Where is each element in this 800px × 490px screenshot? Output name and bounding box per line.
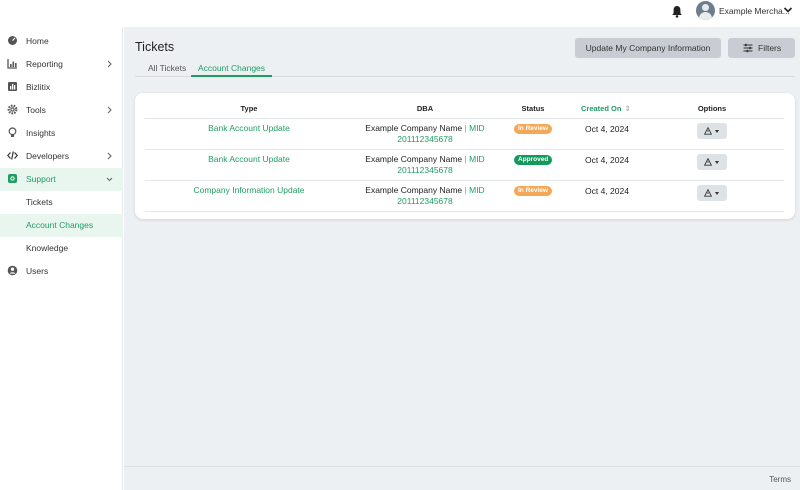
sidebar-item-label: Reporting (26, 59, 63, 69)
warning-icon (704, 189, 712, 197)
chevron-down-icon (106, 177, 113, 182)
code-icon (7, 151, 18, 160)
sidebar: Home Reporting Bizlitix Tools Insights D… (0, 27, 123, 490)
caret-down-icon (715, 130, 719, 133)
ticket-type-link[interactable]: Bank Account Update (171, 154, 327, 164)
sidebar-item-label: Tools (26, 105, 46, 115)
bizlitix-icon (8, 82, 17, 91)
company-name: Example Company Name (365, 154, 463, 164)
avatar[interactable] (696, 1, 715, 20)
status-badge: In Review (514, 186, 552, 196)
sidebar-item-support[interactable]: Support (0, 168, 123, 191)
tab-all-tickets[interactable]: All Tickets (148, 63, 186, 73)
chevron-right-icon (107, 60, 112, 68)
footer: Terms (124, 466, 800, 490)
warning-icon (704, 158, 712, 166)
options-dropdown-button[interactable] (697, 154, 727, 170)
mid-link[interactable]: MID (469, 123, 485, 133)
mid-link[interactable]: MID (469, 154, 485, 164)
main-content: Tickets Update My Company Information Fi… (124, 27, 800, 466)
user-name[interactable]: Example Mercha... (719, 6, 790, 16)
column-header-dba[interactable]: DBA (395, 104, 455, 113)
chevron-right-icon (107, 152, 112, 160)
separator: | (464, 185, 467, 195)
row-divider (145, 149, 784, 150)
dba-cell: Example Company Name | MID 201112345678 (355, 185, 495, 207)
company-name: Example Company Name (365, 123, 463, 133)
sidebar-item-knowledge[interactable]: Knowledge (0, 237, 123, 260)
user-icon (7, 265, 18, 276)
mid-number-link[interactable]: 201112345678 (397, 134, 452, 144)
created-date: Oct 4, 2024 (585, 155, 629, 165)
status-badge: Approved (514, 155, 553, 165)
tab-bar: All Tickets Account Changes (135, 60, 795, 77)
created-on-label: Created On (581, 104, 622, 113)
warning-icon (704, 127, 712, 135)
column-header-created-on[interactable]: Created On ⇕ (581, 104, 633, 113)
chevron-down-icon[interactable] (783, 6, 793, 14)
tab-account-changes[interactable]: Account Changes (191, 60, 272, 77)
row-divider (145, 180, 784, 181)
dba-cell: Example Company Name | MID 201112345678 (355, 123, 495, 145)
filters-label: Filters (758, 43, 782, 53)
options-dropdown-button[interactable] (697, 123, 727, 139)
dba-cell: Example Company Name | MID 201112345678 (355, 154, 495, 176)
row-divider (145, 211, 784, 212)
bell-icon[interactable] (671, 5, 683, 18)
mid-number-link[interactable]: 201112345678 (397, 196, 452, 206)
sidebar-item-reporting[interactable]: Reporting (0, 53, 123, 76)
sidebar-item-insights[interactable]: Insights (0, 122, 123, 145)
terms-link[interactable]: Terms (769, 475, 791, 484)
sidebar-item-label: Developers (26, 151, 69, 161)
column-header-status[interactable]: Status (503, 104, 563, 113)
sidebar-item-tickets[interactable]: Tickets (0, 191, 123, 214)
sidebar-item-developers[interactable]: Developers (0, 145, 123, 168)
top-bar: Example Mercha... (0, 0, 800, 27)
ticket-type-link[interactable]: Company Information Update (171, 185, 327, 195)
company-name: Example Company Name (365, 185, 463, 195)
sidebar-item-users[interactable]: Users (0, 260, 123, 283)
chevron-right-icon (107, 106, 112, 114)
ticket-type-link[interactable]: Bank Account Update (171, 123, 327, 133)
mid-number-link[interactable]: 201112345678 (397, 165, 452, 175)
gear-icon (7, 104, 18, 115)
gauge-icon (8, 36, 17, 45)
sidebar-item-label: Home (26, 36, 49, 46)
column-header-options: Options (697, 104, 727, 113)
column-header-type[interactable]: Type (219, 104, 279, 113)
sidebar-item-label: Support (26, 174, 56, 184)
header-divider (145, 118, 784, 119)
sidebar-item-label: Bizlitix (26, 82, 51, 92)
filters-button[interactable]: Filters (728, 38, 795, 58)
support-icon (8, 174, 17, 183)
mid-link[interactable]: MID (469, 185, 485, 195)
separator: | (464, 123, 467, 133)
sidebar-item-label: Tickets (26, 197, 53, 207)
sort-icon[interactable]: ⇕ (624, 104, 630, 113)
chart-icon (7, 59, 17, 69)
created-date: Oct 4, 2024 (585, 124, 629, 134)
sidebar-item-label: Knowledge (26, 243, 69, 253)
sidebar-item-label: Users (26, 266, 49, 276)
sidebar-item-bizlitix[interactable]: Bizlitix (0, 76, 123, 99)
created-date: Oct 4, 2024 (585, 186, 629, 196)
separator: | (464, 154, 467, 164)
tickets-table: Type DBA Status Created On ⇕ Options Bank… (135, 93, 795, 219)
caret-down-icon (715, 192, 719, 195)
page-title: Tickets (135, 40, 175, 54)
lightbulb-icon (8, 127, 17, 137)
sliders-icon (743, 43, 753, 53)
update-company-info-button[interactable]: Update My Company Information (575, 38, 721, 58)
options-dropdown-button[interactable] (697, 185, 727, 201)
status-badge: In Review (514, 124, 552, 134)
caret-down-icon (715, 161, 719, 164)
sidebar-item-home[interactable]: Home (0, 30, 123, 53)
sidebar-item-label: Account Changes (26, 220, 94, 230)
sidebar-item-label: Insights (26, 128, 56, 138)
sidebar-item-tools[interactable]: Tools (0, 99, 123, 122)
sidebar-item-account-changes[interactable]: Account Changes (0, 214, 123, 237)
